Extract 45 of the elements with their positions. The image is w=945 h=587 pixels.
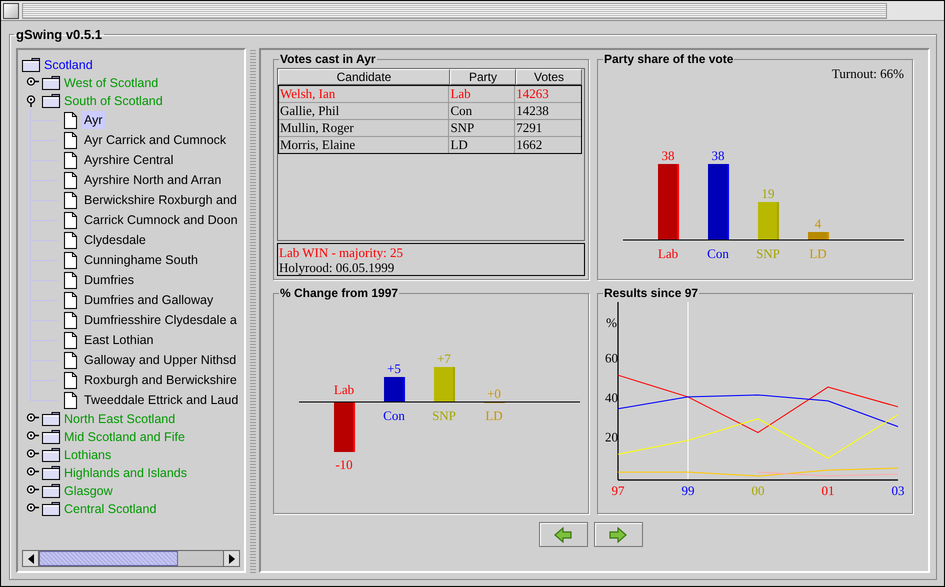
table-cell-text: 14263: [515, 86, 550, 102]
result-text: Lab WIN - majority: 25: [279, 245, 404, 260]
turnout-text: Turnout: 66%: [832, 66, 904, 81]
table-cell-text: 7291: [515, 120, 544, 136]
tick-label: 60: [605, 350, 618, 366]
category-label: LD: [809, 246, 827, 261]
tick-label: 01: [822, 483, 834, 498]
value-label: +0: [487, 386, 501, 401]
value-label: +7: [437, 351, 451, 366]
tick-label: 03: [892, 483, 904, 498]
table-cell: Con: [449, 103, 516, 119]
result-text: Holyrood: 06.05.1999: [279, 260, 396, 275]
table-cell: SNP: [449, 120, 516, 136]
value-label: -10: [335, 457, 353, 472]
category-label: Lab: [658, 246, 678, 261]
window-title: gSwing v0.5.1: [15, 27, 103, 42]
table-cell: Mullin, Roger: [279, 120, 450, 136]
tick-label: 40: [605, 390, 618, 405]
value-label: 38: [712, 148, 724, 163]
value-label: +5: [387, 361, 401, 376]
value-label: 19: [762, 186, 774, 201]
category-label: SNP: [756, 246, 780, 261]
group-title: % Change from 1997: [279, 286, 400, 300]
tick-label: 20: [605, 430, 618, 444]
category-label: Con: [383, 408, 405, 423]
group-title: Party share of the vote: [603, 52, 734, 66]
axis-label: %: [606, 315, 617, 330]
table-cell: Gallie, Phil: [279, 103, 450, 119]
category-label: SNP: [432, 408, 456, 423]
group-title: Votes cast in Ayr: [279, 52, 377, 66]
tick-label: 00: [752, 483, 764, 498]
category-label: LD: [485, 408, 503, 423]
value-label: 38: [662, 148, 674, 163]
table-cell: LD: [449, 137, 516, 153]
table-cell: Morris, Elaine: [279, 137, 450, 153]
tick-label: 99: [682, 483, 694, 498]
table-cell: Lab: [449, 86, 516, 102]
value-label: 4: [814, 216, 822, 231]
table-cell-text: 1662: [515, 137, 544, 153]
table-cell: Welsh, Ian: [279, 86, 450, 102]
category-label: Con: [707, 246, 729, 261]
category-label: Lab: [334, 382, 354, 397]
table-cell-text: 14238: [515, 103, 550, 119]
tick-label: 97: [612, 483, 624, 498]
group-title: Results since 97: [603, 286, 700, 300]
